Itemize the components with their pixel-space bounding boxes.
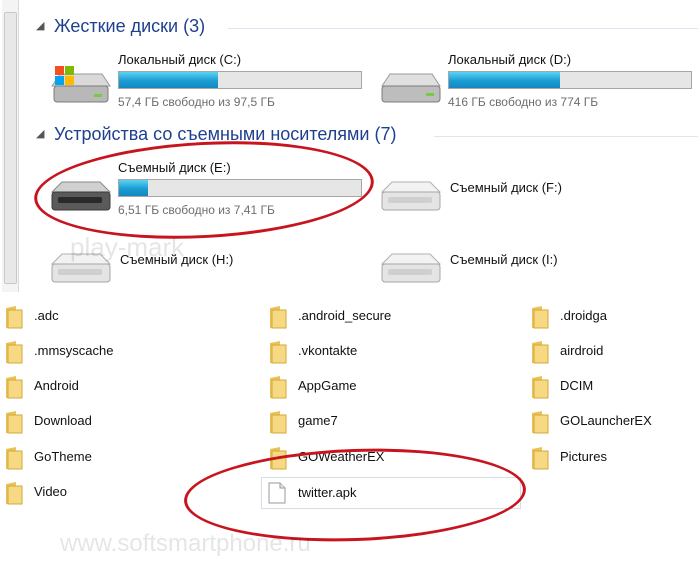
group-header-removable[interactable]: ◢ Устройства со съемными носителями (7) — [36, 124, 396, 145]
removable-drive-icon — [50, 181, 112, 211]
removable-drive-icon — [380, 181, 442, 211]
folder-item[interactable]: .vkontakte — [268, 337, 508, 367]
folder-icon — [270, 376, 287, 399]
folder-name: DCIM — [560, 378, 594, 393]
drive-item-d[interactable]: Локальный диск (D:) 416 ГБ свободно из 7… — [380, 52, 698, 114]
folder-icon — [532, 447, 549, 470]
folder-name: GOLauncherEX — [560, 413, 652, 428]
vertical-scrollbar[interactable] — [2, 0, 19, 292]
file-item-twitter-apk[interactable]: twitter.apk — [261, 477, 521, 509]
folder-icon — [6, 376, 23, 399]
watermark-text: play-mark — [70, 232, 185, 262]
hard-drive-icon — [381, 73, 441, 103]
folder-item[interactable]: Pictures — [530, 443, 690, 473]
folder-name: GOWeatherEX — [298, 449, 385, 464]
folder-name: AppGame — [298, 378, 357, 393]
folder-name: Download — [34, 413, 92, 428]
folder-item[interactable]: airdroid — [530, 337, 690, 367]
windows-drive-icon — [51, 66, 111, 103]
folder-icon — [6, 482, 23, 505]
removable-drive-icon — [380, 253, 442, 283]
folder-name: Android — [34, 378, 79, 393]
folder-icon — [6, 411, 23, 434]
folder-name: game7 — [298, 413, 338, 428]
drive-usage-bar — [448, 71, 692, 89]
group-header-label: Устройства со съемными носителями (7) — [54, 124, 397, 144]
drive-usage-bar — [118, 179, 362, 197]
collapse-triangle-icon[interactable]: ◢ — [36, 127, 54, 140]
folder-icon — [532, 376, 549, 399]
folder-item[interactable]: .adc — [4, 302, 244, 332]
folder-name: .android_secure — [298, 308, 392, 323]
scrollbar-thumb[interactable] — [4, 12, 17, 284]
folder-item[interactable]: Video — [4, 478, 244, 508]
folder-item[interactable]: AppGame — [268, 372, 508, 402]
drive-item-e[interactable]: Съемный диск (E:) 6,51 ГБ свободно из 7,… — [50, 160, 370, 222]
collapse-triangle-icon[interactable]: ◢ — [36, 19, 54, 32]
drive-name: Съемный диск (I:) — [450, 252, 558, 267]
drive-item-c[interactable]: Локальный диск (C:) 57,4 ГБ свободно из … — [50, 52, 370, 114]
drive-name: Локальный диск (C:) — [118, 52, 242, 67]
group-header-label: Жесткие диски (3) — [54, 16, 206, 36]
folder-item[interactable]: .mmsyscache — [4, 337, 244, 367]
folder-item[interactable]: GOLauncherEX — [530, 407, 690, 437]
drive-name: Съемный диск (F:) — [450, 180, 562, 195]
folder-icon — [270, 306, 287, 329]
drive-usage-fill — [119, 72, 219, 88]
folder-item[interactable]: GoTheme — [4, 443, 244, 473]
folder-icon — [270, 411, 287, 434]
folder-name: .mmsyscache — [34, 343, 114, 358]
folder-icon — [532, 341, 549, 364]
folder-name: airdroid — [560, 343, 604, 358]
folder-item[interactable]: Android — [4, 372, 244, 402]
file-name: twitter.apk — [298, 485, 357, 500]
folder-item[interactable]: .droidga — [530, 302, 690, 332]
document-icon — [268, 482, 286, 504]
watermark-text: www.softsmartphone.ru — [60, 530, 311, 557]
folder-item[interactable]: Download — [4, 407, 244, 437]
folder-icon — [6, 341, 23, 364]
drive-free-space: 416 ГБ свободно из 774 ГБ — [448, 95, 599, 109]
drive-item-i[interactable]: Съемный диск (I:) — [380, 242, 698, 292]
folder-name: Pictures — [560, 449, 607, 464]
folder-item[interactable]: DCIM — [530, 372, 690, 402]
drive-usage-fill — [119, 180, 149, 196]
folder-name: .vkontakte — [298, 343, 358, 358]
folder-name: .droidga — [560, 308, 607, 323]
drive-free-space: 6,51 ГБ свободно из 7,41 ГБ — [118, 203, 275, 217]
folder-item[interactable]: .android_secure — [268, 302, 508, 332]
drive-item-f[interactable]: Съемный диск (F:) — [380, 170, 698, 220]
folder-icon — [6, 306, 23, 329]
folder-icon — [6, 447, 23, 470]
folder-name: Video — [34, 484, 68, 499]
folder-icon — [270, 341, 287, 364]
drive-usage-fill — [449, 72, 561, 88]
folder-name: .adc — [34, 308, 59, 323]
group-divider — [434, 136, 698, 137]
folder-icon — [532, 411, 549, 434]
folder-icon — [270, 447, 287, 470]
folder-item[interactable]: game7 — [268, 407, 508, 437]
folder-icon — [532, 306, 549, 329]
folder-name: GoTheme — [34, 449, 92, 464]
group-divider — [228, 28, 698, 29]
drive-name: Съемный диск (E:) — [118, 160, 231, 175]
group-header-hard-disks[interactable]: ◢ Жесткие диски (3) — [36, 16, 205, 37]
drive-name: Локальный диск (D:) — [448, 52, 572, 67]
drive-free-space: 57,4 ГБ свободно из 97,5 ГБ — [118, 95, 275, 109]
drive-usage-bar — [118, 71, 362, 89]
folder-item[interactable]: GOWeatherEX — [268, 443, 508, 473]
computer-drives-panel: ◢ Жесткие диски (3) Локальный диск (C:) 5… — [0, 0, 700, 292]
